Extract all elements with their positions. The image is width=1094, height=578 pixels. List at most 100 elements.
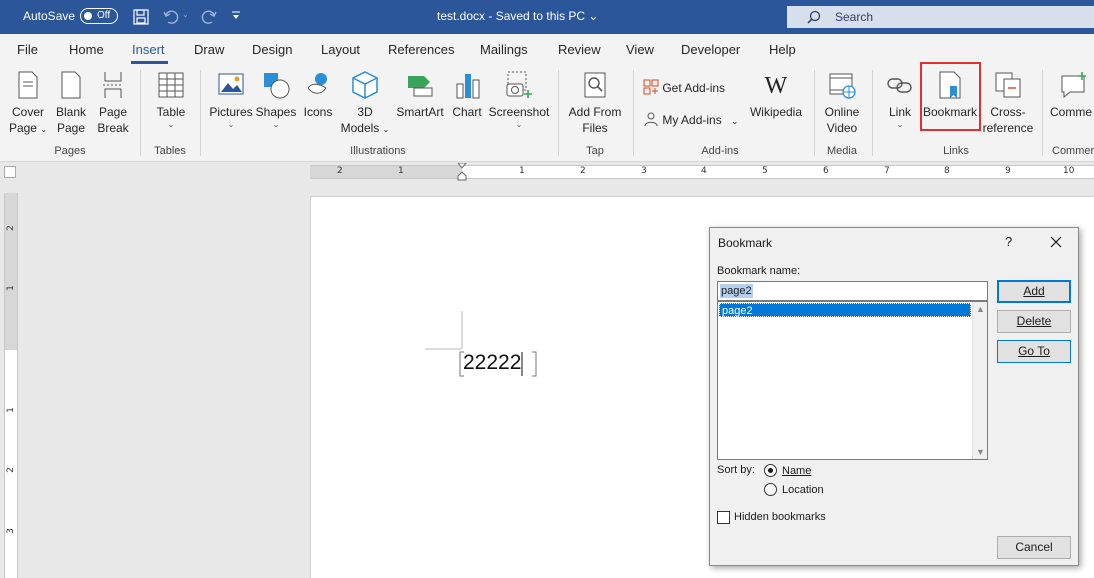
ruler-number: 2 — [580, 166, 586, 176]
go-to-button[interactable]: Go To — [997, 340, 1071, 363]
pictures-button[interactable]: Pictures ⌄ — [208, 70, 254, 130]
document-text[interactable]: 22222 — [463, 351, 521, 375]
add-from-files-label-2: Files — [582, 121, 608, 135]
3d-models-button[interactable]: 3D Models ⌄ — [338, 70, 392, 138]
bookmark-dialog: Bookmark ? Bookmark name: page2 page2 ▲ … — [709, 227, 1079, 566]
blank-page-button[interactable]: Blank Page — [52, 70, 90, 136]
undo-icon[interactable] — [162, 8, 180, 26]
3d-models-label: 3D — [357, 105, 373, 119]
ruler-number: 2 — [5, 225, 16, 231]
horizontal-ruler[interactable]: 2 1 1 2 3 4 5 6 7 8 9 10 — [310, 163, 1094, 181]
tab-mailings[interactable]: Mailings — [480, 42, 528, 57]
save-icon[interactable] — [132, 8, 150, 26]
group-label-add-ins: Add-ins — [701, 145, 739, 157]
my-add-ins-icon — [644, 112, 658, 127]
link-button[interactable]: Link ⌄ — [880, 70, 920, 130]
icons-button[interactable]: Icons — [300, 70, 336, 120]
blank-page-label: Blank — [55, 105, 87, 119]
autosave-toggle[interactable]: Off — [80, 8, 118, 24]
my-add-ins-dropdown-icon[interactable]: ⌄ — [731, 116, 739, 126]
tab-view[interactable]: View — [626, 42, 654, 57]
table-button[interactable]: Table ⌄ — [148, 70, 194, 130]
ruler-number: 10 — [1063, 166, 1075, 176]
document-title[interactable]: test.docx - Saved to this PC ⌄ — [437, 9, 598, 23]
undo-dropdown-icon[interactable]: ⌄ — [182, 10, 189, 19]
tab-selector-icon[interactable] — [4, 166, 16, 178]
chart-button[interactable]: Chart — [449, 70, 485, 120]
indent-marker-icon[interactable] — [457, 163, 467, 181]
ruler-number: 2 — [337, 166, 343, 176]
pictures-label: Pictures — [209, 105, 253, 119]
customize-toolbar-icon[interactable] — [230, 10, 242, 22]
comment-button[interactable]: Comme — [1050, 70, 1094, 120]
smartart-icon — [408, 76, 433, 97]
my-add-ins-button[interactable]: My Add-ins ⌄ — [643, 111, 739, 127]
delete-button[interactable]: Delete — [997, 310, 1071, 333]
tab-file[interactable]: File — [17, 42, 38, 57]
add-button-label: Add — [1023, 284, 1045, 298]
page-break-icon — [103, 72, 123, 98]
tab-layout[interactable]: Layout — [321, 42, 360, 57]
tab-developer[interactable]: Developer — [681, 42, 740, 57]
scroll-down-icon[interactable]: ▼ — [976, 447, 985, 457]
list-item[interactable]: page2 — [719, 303, 971, 317]
radio-selected-dot — [768, 468, 773, 473]
scroll-up-icon[interactable]: ▲ — [976, 304, 985, 314]
page-break-button[interactable]: Page Break — [94, 70, 132, 136]
page-break-label-2: Break — [97, 121, 129, 135]
tab-help[interactable]: Help — [769, 42, 796, 57]
sort-location-radio[interactable] — [764, 483, 777, 496]
tab-review[interactable]: Review — [558, 42, 601, 57]
search-placeholder: Search — [835, 10, 874, 24]
cross-reference-label: Cross- — [990, 105, 1026, 119]
online-video-label-2: Video — [826, 121, 858, 135]
cross-reference-button[interactable]: Cross- reference — [982, 70, 1034, 136]
page-break-label: Page — [98, 105, 128, 119]
cover-page-button[interactable]: Cover Page ⌄ — [8, 70, 48, 138]
online-video-button[interactable]: Online Video — [818, 70, 866, 136]
redo-icon[interactable] — [200, 8, 218, 26]
screenshot-button[interactable]: Screenshot ⌄ — [488, 70, 550, 130]
close-icon[interactable] — [1047, 233, 1065, 251]
tab-insert[interactable]: Insert — [132, 42, 165, 57]
group-label-tables: Tables — [154, 145, 186, 157]
group-label-tap: Tap — [586, 145, 604, 157]
tab-home[interactable]: Home — [69, 42, 104, 57]
wikipedia-button[interactable]: W Wikipedia — [746, 70, 806, 120]
table-label: Table — [156, 105, 186, 119]
cover-page-label-2: Page — [8, 121, 37, 135]
cancel-button-label: Cancel — [1015, 540, 1053, 554]
toggle-knob — [84, 12, 92, 20]
tab-design[interactable]: Design — [252, 42, 292, 57]
shapes-button[interactable]: Shapes ⌄ — [255, 70, 297, 130]
blank-page-icon — [61, 71, 81, 99]
search-box[interactable]: Search — [787, 6, 1094, 28]
add-button[interactable]: Add — [997, 280, 1071, 303]
bookmark-name-input[interactable]: page2 — [717, 281, 988, 301]
sort-name-radio[interactable] — [764, 464, 777, 477]
bookmark-list[interactable]: page2 ▲ ▼ — [717, 301, 988, 460]
online-video-label: Online — [824, 105, 860, 119]
get-add-ins-button[interactable]: Get Add-ins — [643, 79, 725, 95]
cover-page-label: Cover — [11, 105, 44, 119]
sort-by-label: Sort by: — [717, 464, 755, 476]
list-scrollbar[interactable]: ▲ ▼ — [972, 302, 987, 459]
hidden-bookmarks-label[interactable]: Hidden bookmarks — [734, 511, 826, 523]
ruler-number: 6 — [823, 166, 829, 176]
ribbon-tabs: File Home Insert Draw Design Layout Refe… — [0, 34, 1094, 64]
add-ins-store-icon — [643, 79, 659, 95]
add-from-files-icon — [584, 72, 606, 98]
sort-name-label[interactable]: Name — [782, 465, 811, 477]
sort-location-label[interactable]: Location — [782, 484, 824, 496]
help-button[interactable]: ? — [1005, 234, 1012, 249]
tab-references[interactable]: References — [388, 42, 454, 57]
tab-draw[interactable]: Draw — [194, 42, 224, 57]
vertical-ruler[interactable]: 2 1 1 2 3 — [4, 193, 18, 578]
group-separator — [872, 70, 873, 156]
add-from-files-button[interactable]: Add From Files — [565, 70, 625, 136]
hidden-bookmarks-checkbox[interactable] — [717, 511, 730, 524]
ruler-number: 4 — [701, 166, 707, 176]
smartart-button[interactable]: SmartArt — [394, 70, 446, 120]
go-to-button-label: Go To — [1018, 344, 1050, 358]
cancel-button[interactable]: Cancel — [997, 536, 1071, 559]
